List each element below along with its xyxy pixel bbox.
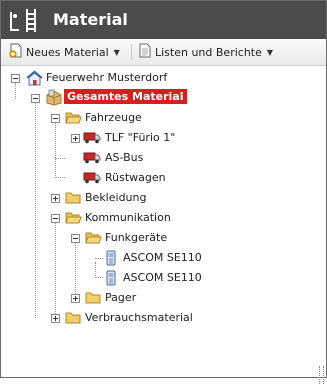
tree-node-fahrzeuge[interactable]: Fahrzeuge — [1, 109, 321, 127]
expand-icon[interactable] — [51, 194, 60, 203]
open-folder-icon — [65, 110, 82, 128]
radio-device-icon — [105, 250, 117, 269]
fire-truck-icon — [83, 130, 101, 147]
material-window: Material Neues Material ▼ Listen und Ber… — [0, 0, 327, 384]
tree-node-ascom-2[interactable]: ASCOM SE110 — [1, 269, 321, 287]
tree-node-label: ASCOM SE110 — [123, 251, 202, 264]
fire-truck-icon — [83, 170, 101, 187]
tree-node-verbrauchsmaterial[interactable]: Verbrauchsmaterial — [1, 309, 321, 327]
ladder-icon — [7, 6, 41, 37]
collapse-icon[interactable] — [31, 94, 40, 103]
expand-icon[interactable] — [71, 134, 80, 143]
tree-node-bekleidung[interactable]: Bekleidung — [1, 189, 321, 207]
tree-node-label: Feuerwehr Musterdorf — [46, 71, 168, 84]
title-bar: Material — [1, 1, 326, 39]
expand-icon[interactable] — [51, 314, 60, 323]
tree-node-label: TLF "Fürio 1" — [105, 131, 176, 144]
tree-node-tlf[interactable]: TLF "Fürio 1" — [1, 129, 321, 147]
collapse-icon[interactable] — [71, 234, 80, 243]
tree-node-kommunikation[interactable]: Kommunikation — [1, 209, 321, 227]
tree-node-label: Kommunikation — [85, 211, 171, 224]
tree-node-label: Rüstwagen — [105, 171, 166, 184]
tree-node-label: Pager — [105, 291, 137, 304]
collapse-icon[interactable] — [51, 214, 60, 223]
material-tree: Feuerwehr Musterdorf Gesamtes Material F… — [1, 66, 326, 384]
home-icon — [26, 70, 43, 89]
tree-node-label: Funkgeräte — [105, 231, 168, 244]
folder-icon — [65, 190, 82, 208]
tree-node-label: ASCOM SE110 — [123, 271, 202, 284]
collapse-icon[interactable] — [51, 114, 60, 123]
material-box-icon — [45, 89, 63, 109]
dropdown-arrow-icon: ▼ — [266, 47, 274, 57]
tree-node-root[interactable]: Feuerwehr Musterdorf — [1, 69, 321, 87]
open-folder-icon — [85, 230, 102, 248]
tree-node-funkgeraete[interactable]: Funkgeräte — [1, 229, 321, 247]
tree-node-gesamtes-material[interactable]: Gesamtes Material — [1, 89, 321, 107]
report-document-icon — [139, 43, 152, 61]
tree-node-ruestwagen[interactable]: Rüstwagen — [1, 169, 321, 187]
open-folder-icon — [65, 210, 82, 228]
tree-node-ascom-1[interactable]: ASCOM SE110 — [1, 249, 321, 267]
new-material-label: Neues Material — [26, 45, 109, 59]
folder-icon — [65, 310, 82, 328]
toolbar-separator — [131, 44, 132, 60]
tree-node-label: Verbrauchsmaterial — [85, 311, 193, 324]
tree-node-label: AS-Bus — [105, 151, 144, 164]
tree-node-pager[interactable]: Pager — [1, 289, 321, 307]
toolbar: Neues Material ▼ Listen und Berichte ▼ — [1, 39, 326, 66]
fire-truck-icon — [83, 150, 101, 167]
radio-device-icon — [105, 270, 117, 289]
tree-node-label-selected: Gesamtes Material — [64, 89, 187, 104]
collapse-icon[interactable] — [11, 74, 20, 83]
tree-node-asbus[interactable]: AS-Bus — [1, 149, 321, 167]
new-material-button[interactable]: Neues Material ▼ — [9, 42, 120, 62]
lists-reports-button[interactable]: Listen und Berichte ▼ — [139, 42, 273, 62]
dropdown-arrow-icon: ▼ — [113, 47, 120, 57]
window-title: Material — [53, 10, 128, 29]
expand-icon[interactable] — [71, 294, 80, 303]
folder-icon — [85, 290, 102, 308]
resize-handle[interactable] — [319, 366, 324, 384]
tree-node-label: Fahrzeuge — [85, 111, 142, 124]
lists-reports-label: Listen und Berichte — [155, 45, 262, 59]
tree-node-label: Bekleidung — [85, 191, 147, 204]
new-document-icon — [9, 43, 23, 61]
